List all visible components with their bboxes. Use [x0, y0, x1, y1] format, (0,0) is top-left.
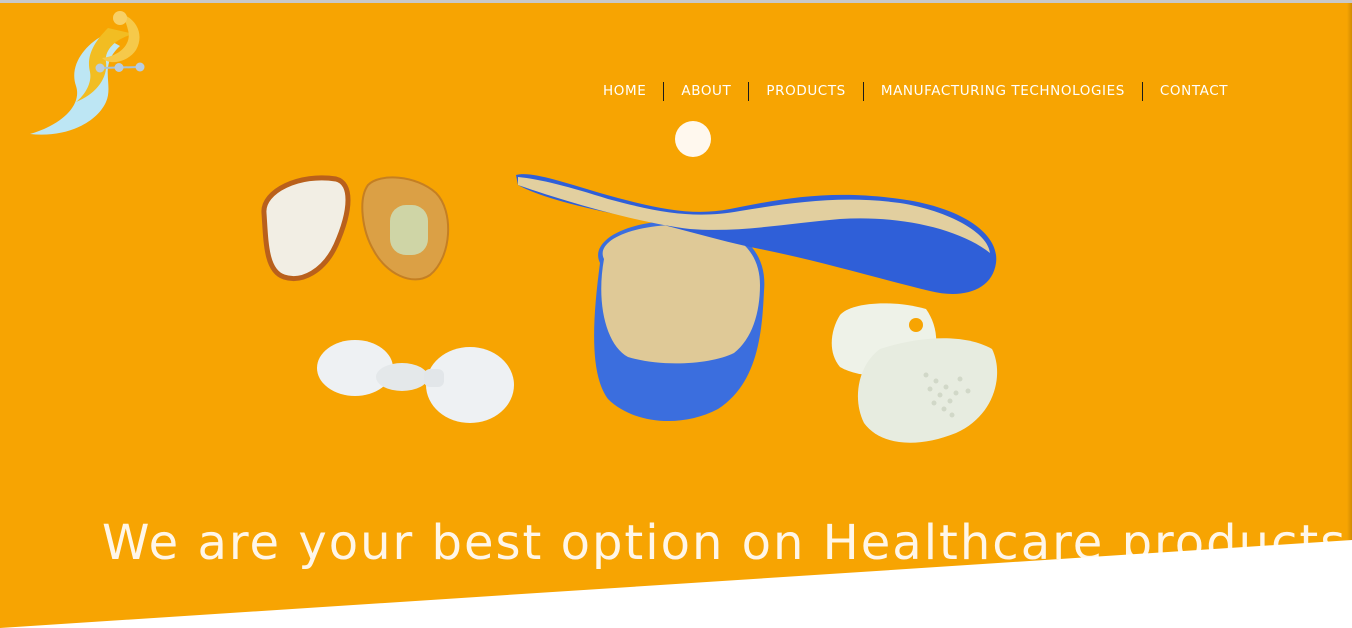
main-nav: HOME ABOUT PRODUCTS MANUFACTURING TECHNO…: [586, 81, 1245, 101]
nav-home[interactable]: HOME: [586, 81, 663, 101]
page-edge-shadow: [1347, 3, 1352, 563]
hero-tagline: We are your best option on Healthcare pr…: [102, 515, 1348, 571]
brand-logo-icon[interactable]: [24, 6, 154, 146]
nav-manufacturing-technologies[interactable]: MANUFACTURING TECHNOLOGIES: [864, 81, 1142, 101]
nav-products[interactable]: PRODUCTS: [749, 81, 862, 101]
nav-contact[interactable]: CONTACT: [1143, 81, 1245, 101]
hero-banner: HOME ABOUT PRODUCTS MANUFACTURING TECHNO…: [0, 3, 1352, 628]
circle-dot-icon[interactable]: [675, 121, 711, 157]
hero-product-image: [261, 174, 998, 443]
nav-about[interactable]: ABOUT: [664, 81, 748, 101]
